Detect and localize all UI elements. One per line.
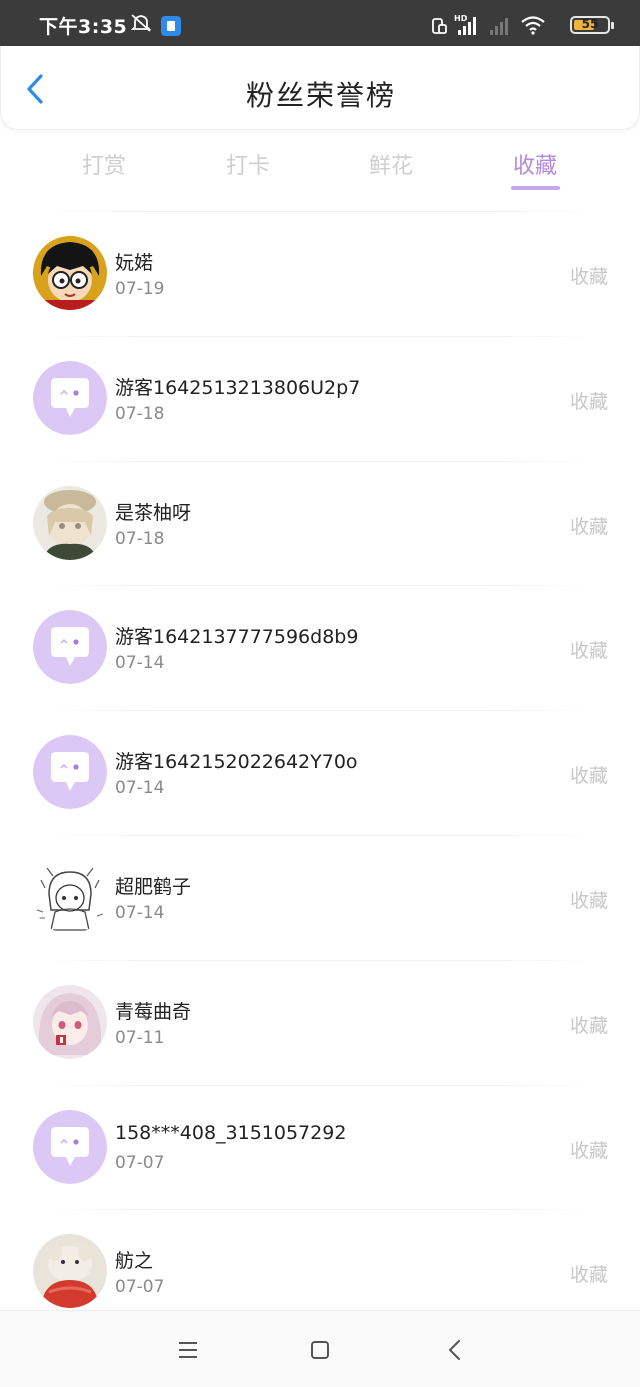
list-item[interactable]: 158***408_3151057292 07-07 收藏	[0, 1086, 640, 1211]
favorite-label: 收藏	[569, 266, 608, 288]
fan-date: 07-19	[115, 279, 165, 299]
fan-date: 07-18	[115, 403, 165, 424]
default-chat-bubble-avatar[interactable]	[33, 735, 107, 810]
pink-hair-girl-avatar[interactable]	[33, 984, 107, 1059]
svg-text:HD: HD	[454, 14, 468, 23]
fan-date: 07-18	[115, 528, 165, 549]
fan-date: 07-07	[115, 1277, 165, 1298]
tab-reward[interactable]: 打赏	[59, 148, 149, 180]
page-title: 粉丝荣誉榜	[245, 79, 396, 112]
favorite-label: 收藏	[569, 765, 608, 788]
favorite-label: 收藏	[569, 1139, 608, 1162]
fan-date: 07-14	[115, 778, 165, 799]
anime-girl-hat-avatar[interactable]	[33, 485, 107, 560]
screen-rotate-icon	[432, 18, 447, 34]
fan-name: 是茶柚呀	[115, 501, 192, 524]
battery-icon: 55	[570, 16, 614, 34]
signal-empty-icon	[490, 18, 508, 35]
fan-date: 07-14	[115, 902, 165, 923]
list-item[interactable]: 游客1642513213806U2p7 07-18 收藏	[0, 337, 640, 462]
tab-flowers[interactable]: 鲜花	[346, 148, 436, 180]
default-chat-bubble-avatar[interactable]	[33, 1109, 107, 1184]
sketch-girl-avatar[interactable]	[33, 859, 107, 934]
tab-checkin[interactable]: 打卡	[203, 148, 293, 180]
status-bar: 下午3:35 HD 55	[0, 0, 640, 46]
active-tab-underline	[511, 186, 560, 190]
favorite-label: 收藏	[569, 1014, 608, 1037]
fan-date: 07-11	[115, 1027, 165, 1048]
menu-icon[interactable]	[173, 1335, 203, 1365]
favorite-label: 收藏	[569, 515, 608, 538]
wifi-icon	[521, 16, 545, 35]
mute-icon	[130, 14, 152, 32]
status-right-group: HD 55	[430, 11, 614, 37]
fan-name: 游客1642513213806U2p7	[115, 376, 361, 399]
favorite-label: 收藏	[569, 640, 608, 663]
fan-name: 游客1642137777596d8b9	[115, 626, 359, 649]
fan-name: 妧婼	[115, 252, 154, 274]
fan-name: 158***408_3151057292	[115, 1121, 347, 1144]
favorite-label: 收藏	[569, 889, 608, 912]
favorite-label: 收藏	[569, 1264, 608, 1287]
hd-signal-icon: HD	[454, 14, 476, 35]
list-item[interactable]: 游客1642152022642Y70o 07-14 收藏	[0, 711, 640, 836]
fan-name: 超肥鹤子	[115, 875, 192, 898]
fan-date: 07-14	[115, 653, 165, 674]
default-chat-bubble-avatar[interactable]	[33, 610, 107, 685]
fan-name: 舫之	[115, 1250, 154, 1273]
fan-name: 青莓曲奇	[115, 1000, 192, 1023]
plush-toy-avatar[interactable]	[33, 1234, 107, 1309]
list-item[interactable]: 超肥鹤子 07-14 收藏	[0, 836, 640, 961]
cartoon-boy-glasses-avatar[interactable]	[33, 236, 107, 310]
tab-favorites[interactable]: 收藏	[490, 148, 580, 180]
fan-list: 妧婼 07-19 收藏 游客1642513213806U2p7 07-18 收藏…	[0, 212, 640, 1335]
home-square-icon[interactable]	[305, 1335, 335, 1365]
fan-date: 07-07	[115, 1152, 165, 1173]
default-chat-bubble-avatar[interactable]	[33, 360, 107, 435]
list-item[interactable]: 妧婼 07-19 收藏	[0, 212, 640, 337]
app-notification-icon	[161, 16, 181, 36]
battery-level: 55	[581, 17, 599, 31]
back-triangle-icon[interactable]	[440, 1335, 470, 1365]
favorite-label: 收藏	[569, 390, 608, 413]
system-nav-bar	[0, 1310, 640, 1387]
list-item[interactable]: 是茶柚呀 07-18 收藏	[0, 462, 640, 587]
header: 粉丝荣誉榜	[0, 46, 640, 130]
status-time: 下午3:35	[39, 16, 128, 38]
fan-name: 游客1642152022642Y70o	[115, 751, 358, 774]
list-item[interactable]: 游客1642137777596d8b9 07-14 收藏	[0, 586, 640, 712]
list-item[interactable]: 青莓曲奇 07-11 收藏	[0, 961, 640, 1086]
